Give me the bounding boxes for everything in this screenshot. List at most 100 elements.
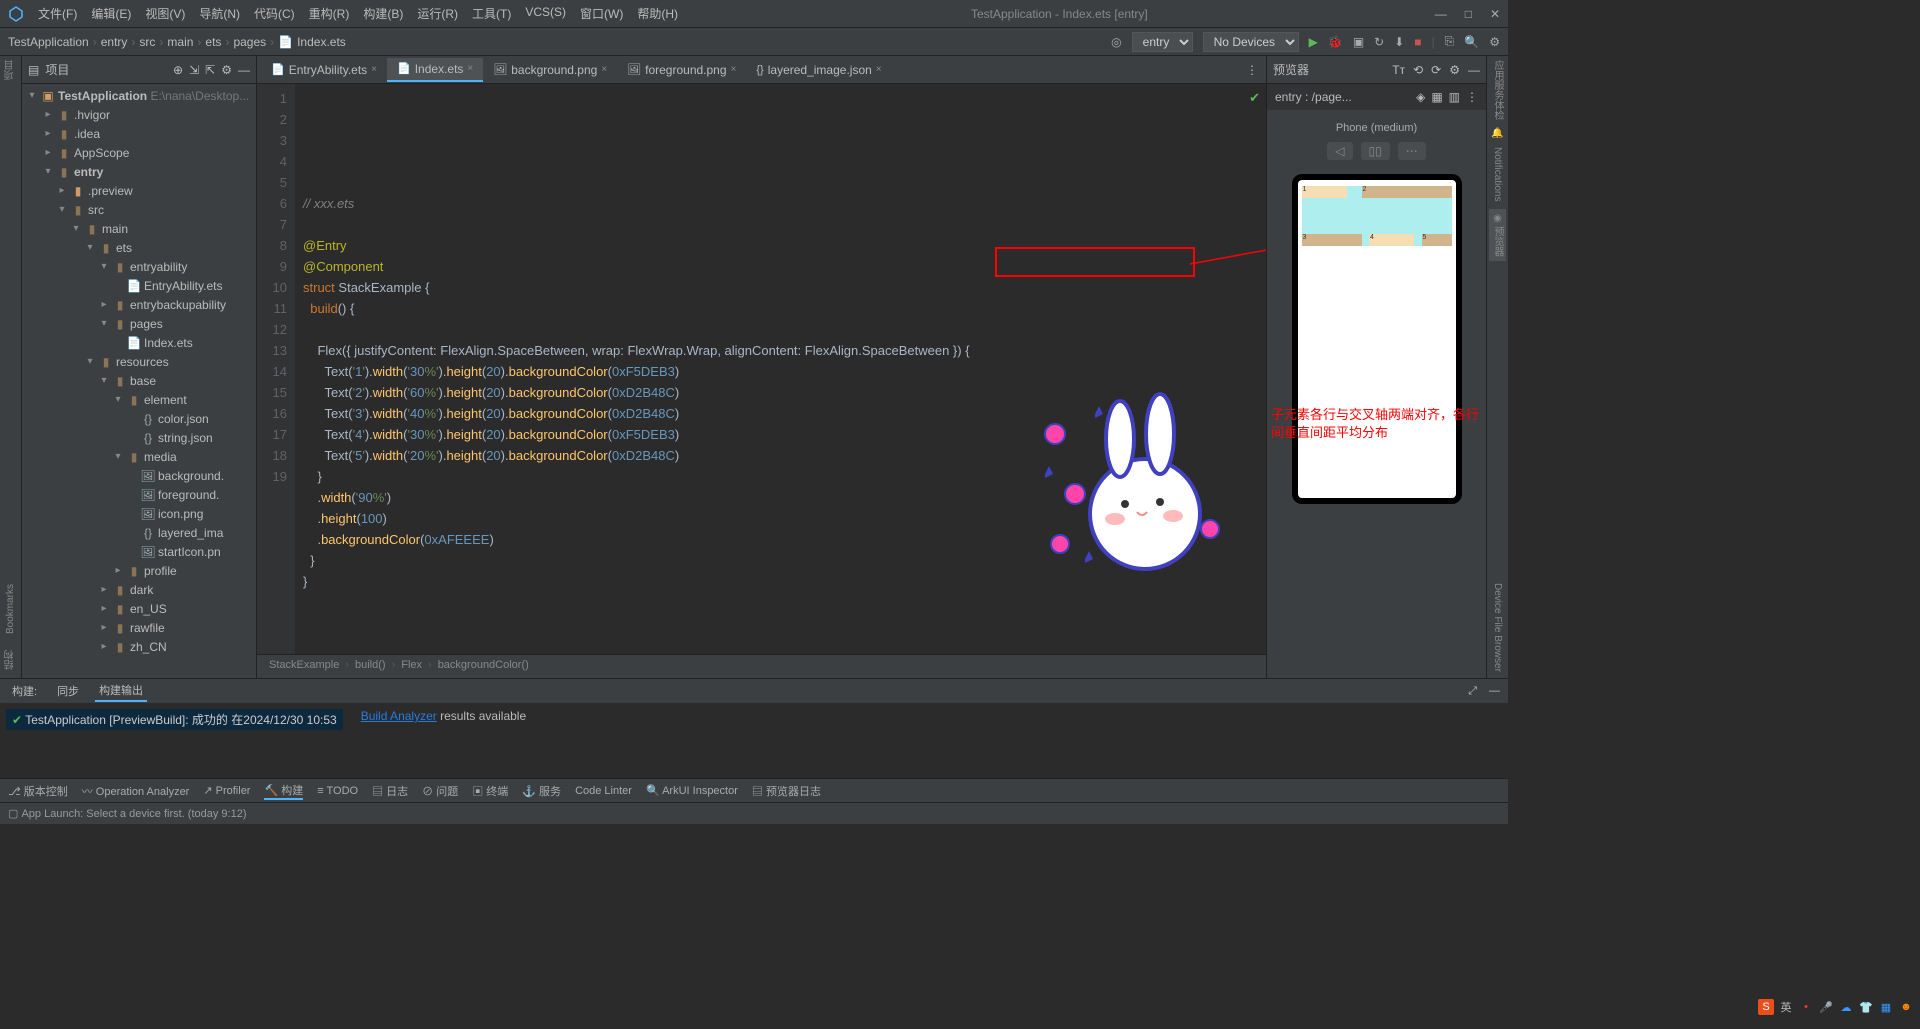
ime-grid-icon[interactable]: ▦ [1878, 999, 1894, 1015]
ime-shirt-icon[interactable]: 👕 [1858, 999, 1874, 1015]
code-editor[interactable]: 12345678910111213141516171819 [257, 84, 1266, 654]
device-select[interactable]: No Devices [1203, 32, 1299, 52]
sogou-icon[interactable]: S [1758, 999, 1774, 1015]
nav-split-icon[interactable]: ▯▯ [1361, 142, 1390, 160]
gear-icon[interactable]: ⚙ [221, 63, 232, 77]
ime-dot-icon[interactable]: • [1798, 999, 1814, 1015]
tree-item[interactable]: ▸▮.hvigor [22, 105, 256, 124]
previewer-tool-button[interactable]: ◉ 预览器 [1489, 209, 1506, 261]
tool-Profiler[interactable]: ↗ Profiler [203, 784, 250, 797]
run-icon[interactable]: ▶ [1309, 35, 1318, 49]
expand-icon[interactable]: ⤢ [1468, 685, 1477, 698]
refresh-icon[interactable]: ⟳ [1431, 63, 1441, 77]
build-status-message[interactable]: ✔ TestApplication [PreviewBuild]: 成功的 在2… [6, 709, 343, 730]
attach-icon[interactable]: ⬇ [1394, 35, 1404, 49]
menu-e[interactable]: 编辑(E) [85, 3, 137, 24]
stop-icon[interactable]: ■ [1414, 35, 1421, 49]
tree-item[interactable]: {}color.json [22, 409, 256, 428]
coverage-icon[interactable]: ▣ [1353, 35, 1364, 49]
target-icon[interactable]: ◎ [1111, 35, 1121, 49]
tab-Index-ets[interactable]: 📄Index.ets× [387, 58, 483, 82]
tree-item[interactable]: 📄EntryAbility.ets [22, 276, 256, 295]
build-output-text[interactable]: Build Analyzer results available [349, 703, 1508, 778]
tool-终端[interactable]: ▣ 终端 [472, 783, 508, 799]
tab-EntryAbility-ets[interactable]: 📄EntryAbility.ets× [261, 59, 387, 81]
tree-item[interactable]: ▸▮.idea [22, 124, 256, 143]
ime-mic-icon[interactable]: 🎤 [1818, 999, 1834, 1015]
tree-item[interactable]: 🖼icon.png [22, 504, 256, 523]
tabs-more-icon[interactable]: ⋮ [1238, 63, 1266, 77]
tree-item[interactable]: ▸▮.preview [22, 181, 256, 200]
breadcrumb[interactable]: TestApplication›entry›src›main›ets›pages… [8, 35, 346, 49]
tree-item[interactable]: 🖼foreground. [22, 485, 256, 504]
ime-lang[interactable]: 英 [1778, 999, 1794, 1015]
tool-日志[interactable]: ▤ 日志 [372, 783, 408, 799]
settings-icon[interactable]: ⚙ [1489, 35, 1500, 49]
tree-item[interactable]: ▾▮main [22, 219, 256, 238]
menu-vcss[interactable]: VCS(S) [519, 3, 572, 24]
ime-cloud-icon[interactable]: ☁ [1838, 999, 1854, 1015]
search-icon[interactable]: 🔍 [1464, 35, 1479, 49]
menu-r[interactable]: 运行(R) [411, 3, 464, 24]
entry-label[interactable]: entry : /page... [1275, 90, 1410, 104]
tree-item[interactable]: ▾▮entryability [22, 257, 256, 276]
close-icon[interactable]: × [371, 64, 377, 75]
tree-item[interactable]: {}string.json [22, 428, 256, 447]
tool-Code Linter[interactable]: Code Linter [575, 785, 632, 797]
project-title[interactable]: 项目 [45, 61, 69, 78]
device-file-browser-button[interactable]: Device File Browser [1492, 583, 1503, 672]
tree-item[interactable]: {}layered_ima [22, 523, 256, 542]
tree-item[interactable]: 🖼background. [22, 466, 256, 485]
tool-服务[interactable]: ⚓ 服务 [522, 783, 561, 799]
close-icon[interactable]: × [876, 64, 882, 75]
tool-TODO[interactable]: ≡ TODO [317, 785, 358, 797]
bookmarks-tool-button[interactable]: Bookmarks [5, 584, 16, 634]
tree-item[interactable]: ▸▮en_US [22, 599, 256, 618]
tree-item[interactable]: ▸▮AppScope [22, 143, 256, 162]
nav-more-icon[interactable]: ⋯ [1398, 142, 1426, 160]
code-breadcrumb[interactable]: StackExample›build()›Flex›backgroundColo… [257, 654, 1266, 678]
build-output-tab[interactable]: 构建输出 [95, 680, 147, 702]
tree-item[interactable]: 📄Index.ets [22, 333, 256, 352]
menu-w[interactable]: 窗口(W) [574, 3, 629, 24]
tab-background-png[interactable]: 🖼background.png× [483, 59, 617, 81]
gear-icon[interactable]: ⚙ [1449, 63, 1460, 77]
tree-item[interactable]: ▾▮resources [22, 352, 256, 371]
tree-item[interactable]: ▾▮ets [22, 238, 256, 257]
notifications-icon[interactable]: 🔔 [1491, 128, 1503, 139]
notifications-tool-button[interactable]: Notifications [1492, 147, 1503, 201]
tool-Operation Analyzer[interactable]: 〰 Operation Analyzer [82, 783, 190, 799]
menu-n[interactable]: 导航(N) [193, 3, 246, 24]
menu-t[interactable]: 工具(T) [466, 3, 517, 24]
close-icon[interactable]: × [601, 64, 607, 75]
close-button[interactable]: ✕ [1490, 7, 1500, 21]
tool-预览器日志[interactable]: ▤ 预览器日志 [752, 783, 821, 799]
tree-item[interactable]: ▾▮base [22, 371, 256, 390]
more-icon[interactable]: ⋮ [1466, 90, 1478, 104]
tree-item[interactable]: ▾▮element [22, 390, 256, 409]
grid-icon[interactable]: ▥ [1449, 90, 1460, 104]
vcs-icon[interactable]: ⎘ [1445, 34, 1455, 49]
tree-item[interactable]: ▾▮pages [22, 314, 256, 333]
tree-item[interactable]: ▸▮profile [22, 561, 256, 580]
tool-问题[interactable]: ⊘ 问题 [422, 783, 458, 799]
project-tree[interactable]: ▾▣ TestApplication E:\nana\Desktop... ▸▮… [22, 84, 256, 678]
inspect-icon[interactable]: ◈ [1416, 90, 1425, 104]
menu-v[interactable]: 视图(V) [139, 3, 191, 24]
layers-icon[interactable]: ▦ [1431, 90, 1442, 104]
tree-item[interactable]: ▸▮rawfile [22, 618, 256, 637]
analysis-ok-icon[interactable]: ✔ [1249, 90, 1260, 106]
menu-r[interactable]: 重构(R) [303, 3, 356, 24]
debug-icon[interactable]: 🐞 [1328, 35, 1343, 49]
close-icon[interactable]: × [731, 64, 737, 75]
tree-item[interactable]: ▸▮dark [22, 580, 256, 599]
tab-foreground-png[interactable]: 🖼foreground.png× [617, 59, 746, 81]
minimize-button[interactable]: — [1435, 7, 1447, 21]
tree-item[interactable]: 🖼startIcon.pn [22, 542, 256, 561]
menu-h[interactable]: 帮助(H) [631, 3, 684, 24]
service-tool-button[interactable]: 应用服务体检 [1490, 60, 1505, 120]
structure-tool-button[interactable]: 结构 [3, 650, 18, 670]
ime-face-icon[interactable]: ☻ [1898, 999, 1914, 1015]
tree-item[interactable]: ▸▮entrybackupability [22, 295, 256, 314]
tool-构建[interactable]: 🔨 构建 [264, 782, 303, 800]
